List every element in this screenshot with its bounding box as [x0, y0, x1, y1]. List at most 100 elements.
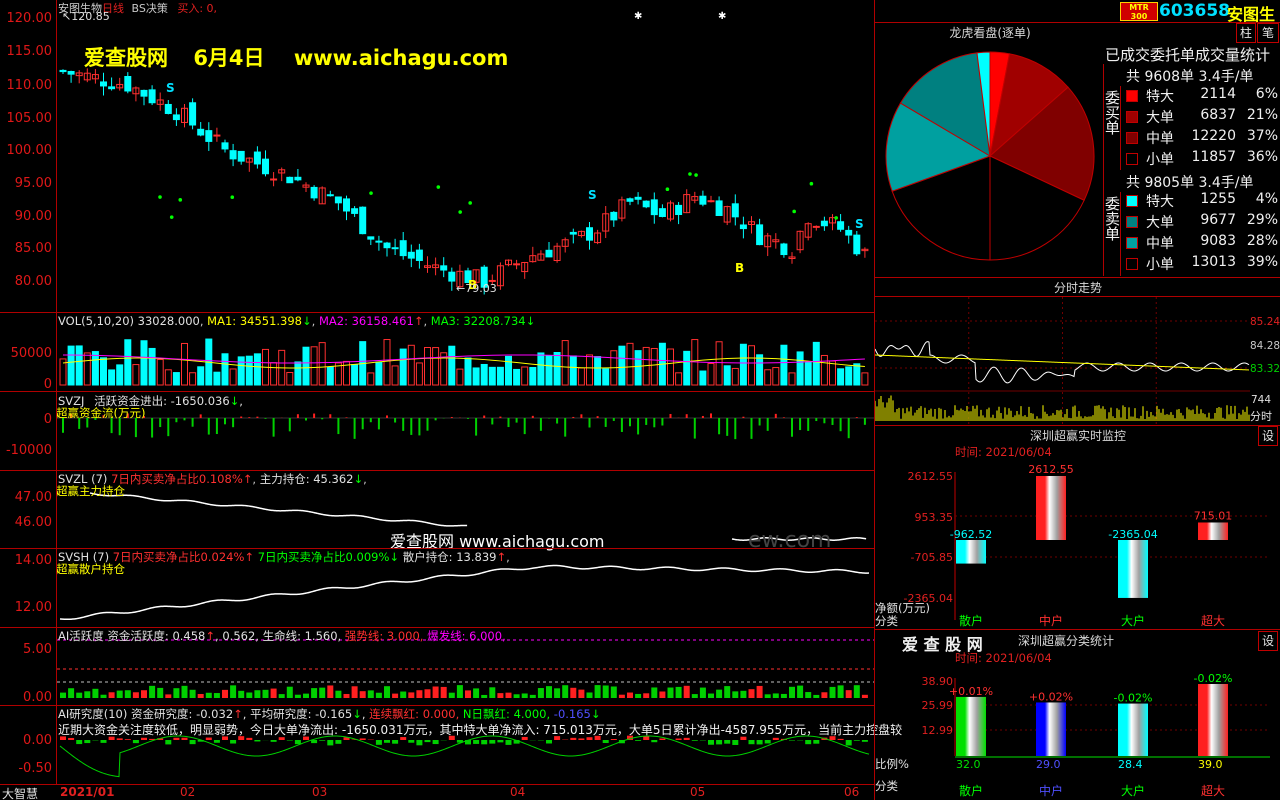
research-bar	[189, 740, 196, 745]
flow-bar	[734, 418, 737, 440]
candle-body	[148, 89, 156, 104]
candle-body	[197, 128, 205, 136]
axis-label: -705.85	[911, 551, 953, 564]
row-pct: 6%	[1255, 86, 1278, 102]
x-axis-label: 05	[690, 785, 706, 799]
signal-dot-icon	[792, 209, 796, 214]
activity-bar	[772, 693, 779, 698]
activity-bar	[610, 686, 617, 698]
volume-bar	[189, 372, 197, 386]
svsh-axis-label: 12.00	[14, 600, 52, 615]
flow-bar	[718, 418, 721, 435]
research-bar	[132, 740, 139, 744]
value-label: 32.0	[956, 758, 981, 771]
candle-body	[229, 150, 237, 160]
price-axis-label: 80.00	[14, 274, 52, 289]
activity-bar	[683, 685, 690, 698]
volume-bar	[667, 348, 674, 386]
row-label: 特大	[1146, 89, 1174, 105]
research-bar	[756, 740, 763, 745]
bar-value-label: 715.01	[1194, 509, 1233, 522]
activity-bar	[780, 693, 787, 698]
research-bar	[659, 738, 666, 740]
activity-bar	[60, 692, 66, 698]
candle-body	[367, 236, 375, 240]
watermark-banner: 爱查股网 6月4日 www.aichagu.com	[84, 42, 508, 72]
category-label: 大户	[1121, 613, 1145, 628]
activity-bar	[68, 688, 75, 698]
stock-code: 603658	[1159, 1, 1230, 21]
bar-value-label: +0.01%	[949, 685, 993, 698]
volume-bar	[172, 372, 180, 386]
price-axis-label: 100.00	[6, 143, 53, 158]
flow-bar	[604, 418, 607, 427]
activity-bar	[262, 689, 269, 698]
volume-bar	[367, 372, 375, 386]
realtime-title: 深圳超赢实时监控	[1029, 429, 1126, 443]
main-holding-line	[89, 492, 468, 527]
classstat-settings-button[interactable]: 设	[1258, 631, 1278, 651]
tick-view-button[interactable]: 笔	[1257, 23, 1279, 43]
research-bar	[772, 737, 779, 740]
class-stat-bar-chart[interactable]: 38.9025.9912.99+0.01%散户+0.02%中户-0.02%大户-…	[875, 664, 1280, 800]
research-bar	[124, 739, 131, 740]
activity-bar	[76, 692, 83, 698]
volume-bar	[100, 357, 107, 386]
realtime-bar-chart[interactable]: 2612.55 953.35 -705.85 -2365.04 -962.52 散户 261…	[875, 458, 1280, 630]
swatch-icon	[1126, 132, 1138, 144]
activity-bar	[132, 692, 139, 698]
volume-bar	[820, 354, 828, 386]
candle-body	[213, 134, 221, 137]
swatch-icon	[1126, 237, 1138, 249]
research-bar	[335, 740, 342, 744]
activity-bar	[805, 692, 812, 698]
research-bar	[708, 740, 714, 745]
category-bar	[956, 696, 986, 756]
research-bar	[610, 739, 617, 740]
order-pie-chart[interactable]	[876, 44, 1104, 276]
volume-bar	[707, 363, 715, 386]
buy-signal-label: 买入: 0,	[177, 2, 218, 15]
volume-bar	[302, 346, 310, 386]
row-count: 6837	[1200, 107, 1236, 123]
research-bar	[570, 737, 577, 740]
value-label: 29.0	[1036, 758, 1061, 771]
row-label: 大单	[1146, 215, 1174, 231]
candle-body	[610, 211, 618, 221]
longhu-subtitle: 已成交委托单成交量统计	[1105, 46, 1271, 64]
volume-bar	[67, 345, 75, 386]
swatch-icon	[1126, 90, 1138, 102]
activity-bar	[546, 686, 552, 698]
classstat-xlabel: 分类	[875, 779, 898, 793]
research-bar	[481, 740, 488, 745]
bar-view-button[interactable]: 柱	[1236, 23, 1256, 43]
candle-body	[172, 114, 180, 121]
activity-bar	[667, 687, 674, 698]
activity-bar	[92, 688, 99, 698]
volume-bar	[577, 367, 585, 386]
x-axis-label: 04	[510, 785, 526, 799]
bar-value-label: -0.02%	[1114, 692, 1153, 705]
research-bar	[213, 740, 220, 743]
intraday-axis-label: 85.24	[1250, 316, 1280, 328]
flow-bar	[361, 418, 364, 430]
x-axis-label: 06	[844, 785, 860, 799]
main-chart-area[interactable]: SSSBB 安图生物日线 BS决策 买入: 0, ↖120.85 ←79.03 …	[0, 0, 902, 800]
volume-bar	[675, 372, 683, 386]
research-bar	[675, 738, 682, 740]
intraday-chart[interactable]	[875, 297, 1250, 425]
activity-bar	[392, 693, 399, 698]
flow-bar	[321, 418, 324, 420]
flow-bar	[475, 418, 478, 436]
volume-bar	[294, 361, 302, 386]
activity-bar	[716, 689, 723, 698]
intraday-vol-unit: 分时	[1250, 410, 1272, 423]
activity-bar	[351, 686, 358, 698]
volume-bar	[804, 361, 812, 386]
volume-bar	[286, 372, 294, 386]
svzl-axis-label: 46.00	[14, 515, 52, 530]
realtime-settings-button[interactable]: 设	[1258, 426, 1278, 446]
flow-bar	[807, 418, 810, 431]
buy-side-label: 委买单	[1103, 90, 1121, 135]
activity-bar	[416, 690, 423, 698]
